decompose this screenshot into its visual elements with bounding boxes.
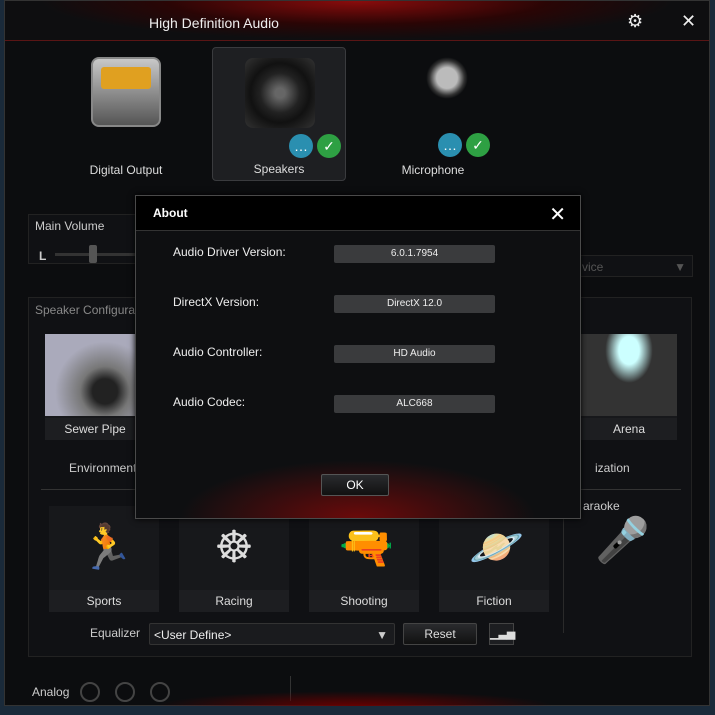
close-icon[interactable]: ✕ (681, 11, 696, 32)
bottom-glow (155, 691, 555, 706)
directx-version-label: DirectX Version: (173, 295, 260, 309)
tile-label: Sports (49, 590, 159, 612)
effect-shooting[interactable]: 🔫 Shooting (309, 506, 419, 612)
pistol-icon: 🔫 (339, 523, 394, 572)
microphone-icon (398, 57, 468, 127)
device-digital-output[interactable]: Digital Output (59, 47, 193, 181)
device-label: Speakers (253, 162, 305, 176)
equalizer-bars-icon[interactable]: ▁▃▅ (489, 623, 515, 645)
effect-racing[interactable]: ☸ Racing (179, 506, 289, 612)
speaker-config-label: Speaker Configurat (35, 303, 139, 317)
chat-icon: … (289, 134, 313, 158)
audio-controller-label: Audio Controller: (173, 345, 263, 359)
karaoke-label: araoke (583, 499, 620, 513)
equalizer-dropdown[interactable]: <User Define> ▼ (149, 623, 395, 645)
env-arena[interactable]: Arena (581, 334, 677, 440)
driver-version-value: 6.0.1.7954 (334, 245, 495, 263)
steering-wheel-icon: ☸ (214, 523, 254, 572)
volume-slider-handle[interactable] (89, 245, 97, 263)
sewer-pipe-image (45, 334, 145, 416)
planet-icon: 🪐 (469, 523, 524, 572)
tile-label: Arena (581, 418, 677, 440)
reset-button[interactable]: Reset (403, 623, 477, 645)
window-title: High Definition Audio (149, 15, 279, 31)
left-channel-label: L (39, 249, 47, 263)
tile-label: Racing (179, 590, 289, 612)
audio-controller-value: HD Audio (334, 345, 495, 363)
chat-icon: … (438, 133, 462, 157)
env-sewer-pipe[interactable]: Sewer Pipe (45, 334, 145, 440)
speaker-icon (245, 58, 315, 128)
digital-output-icon (91, 57, 161, 127)
tile-label: Shooting (309, 590, 419, 612)
device-dropdown-value: vice (582, 260, 604, 274)
device-speakers[interactable]: … ✓ Speakers (212, 47, 346, 181)
analog-jack-1[interactable] (80, 682, 100, 702)
equalizer-label: Equalizer (90, 626, 141, 640)
effect-sports[interactable]: 🏃 Sports (49, 506, 159, 612)
environment-label: Environment (69, 461, 137, 475)
check-icon: ✓ (317, 134, 341, 158)
tile-label: Fiction (439, 590, 549, 612)
driver-version-label: Audio Driver Version: (173, 245, 286, 259)
device-label: Digital Output (89, 163, 163, 177)
tile-label: Sewer Pipe (45, 418, 145, 440)
device-label: Microphone (401, 163, 465, 177)
device-dropdown[interactable]: vice ▼ (575, 255, 693, 277)
check-icon: ✓ (466, 133, 490, 157)
sports-icon: 🏃 (79, 523, 134, 572)
gear-icon[interactable]: ⚙ (627, 11, 643, 32)
analog-label: Analog (32, 685, 70, 699)
analog-jack-2[interactable] (115, 682, 135, 702)
about-dialog-title: About (153, 206, 188, 220)
chevron-down-icon: ▼ (376, 628, 388, 642)
main-volume-label: Main Volume (35, 219, 105, 233)
equalizer-value: <User Define> (154, 628, 232, 642)
visualization-label: ization (595, 461, 630, 475)
device-microphone[interactable]: … ✓ Microphone (366, 47, 500, 181)
arena-image (581, 334, 677, 416)
about-dialog: About ✕ Audio Driver Version: 6.0.1.7954… (135, 195, 581, 519)
audio-codec-label: Audio Codec: (173, 395, 246, 409)
karaoke-microphone-icon[interactable]: 🎤 (595, 514, 650, 566)
ok-button[interactable]: OK (321, 474, 389, 496)
directx-version-value: DirectX 12.0 (334, 295, 495, 313)
audio-codec-value: ALC668 (334, 395, 495, 413)
title-bar: High Definition Audio ⚙ ✕ (5, 1, 709, 41)
chevron-down-icon: ▼ (674, 260, 686, 274)
effect-fiction[interactable]: 🪐 Fiction (439, 506, 549, 612)
about-dialog-header: About ✕ (136, 196, 580, 231)
close-icon[interactable]: ✕ (549, 202, 566, 227)
